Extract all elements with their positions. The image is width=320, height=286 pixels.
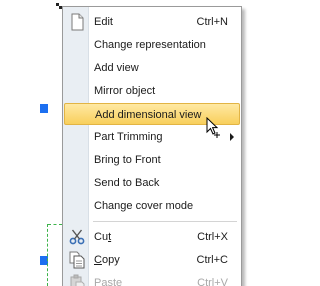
mouse-pointer-icon <box>206 117 220 138</box>
menu-item-change-cover-mode[interactable]: Change cover mode <box>64 195 240 217</box>
dashed-guide-vertical <box>47 224 48 286</box>
drawing-canvas[interactable]: Edit Ctrl+N Change representation Add vi… <box>0 0 258 286</box>
menu-item-paste[interactable]: Paste Ctrl+V <box>64 272 240 286</box>
menu-item-bring-to-front[interactable]: Bring to Front <box>64 149 240 171</box>
menu-item-label: Change cover mode <box>94 200 194 212</box>
menu-item-cut[interactable]: Cut Ctrl+X <box>64 226 240 248</box>
document-icon <box>71 13 84 31</box>
menu-item-label: Change representation <box>94 39 206 51</box>
menu-item-shortcut: Ctrl+N <box>196 16 228 28</box>
menu-item-label: Send to Back <box>94 177 160 189</box>
menu-item-change-representation[interactable]: Change representation <box>64 34 240 56</box>
menu-item-shortcut: Ctrl+C <box>196 254 228 266</box>
menu-item-label: Add view <box>94 62 139 74</box>
menu-item-edit[interactable]: Edit Ctrl+N <box>64 11 240 33</box>
menu-item-send-to-back[interactable]: Send to Back <box>64 172 240 194</box>
menu-item-add-view[interactable]: Add view <box>64 57 240 79</box>
menu-item-label: Part Trimming <box>94 131 163 143</box>
copy-icon <box>69 251 85 269</box>
menu-separator <box>93 221 237 222</box>
submenu-arrow-icon <box>230 133 234 141</box>
menu-item-mirror-object[interactable]: Mirror object <box>64 80 240 102</box>
selection-handle-upper[interactable] <box>40 104 48 113</box>
scissors-icon <box>69 229 85 245</box>
menu-item-shortcut: Ctrl+V <box>197 277 228 286</box>
menu-item-shortcut: Ctrl+X <box>197 231 228 243</box>
menu-item-label: Cut <box>94 231 112 243</box>
dashed-guide-horizontal <box>48 224 62 225</box>
paste-icon <box>70 274 85 286</box>
menu-item-copy[interactable]: Copy Ctrl+C <box>64 249 240 271</box>
menu-item-label: Mirror object <box>94 85 156 97</box>
menu-item-label: Add dimensional view <box>95 109 202 121</box>
menu-item-label: Edit <box>94 16 113 28</box>
context-menu: Edit Ctrl+N Change representation Add vi… <box>62 6 242 286</box>
menu-item-label: Copy <box>94 254 120 266</box>
menu-item-label: Bring to Front <box>94 154 161 166</box>
menu-item-label: Paste <box>94 277 123 286</box>
